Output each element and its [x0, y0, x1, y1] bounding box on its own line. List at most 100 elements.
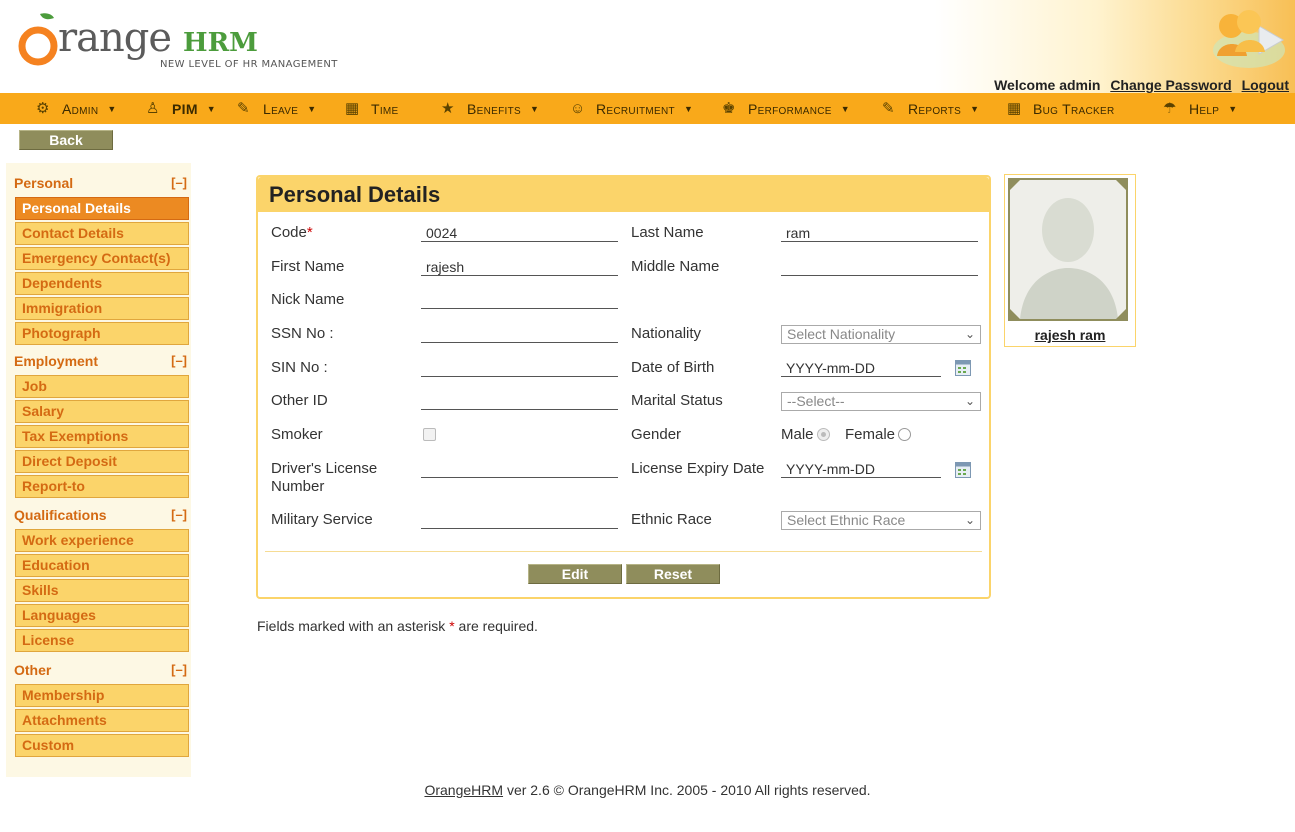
sidebar-item-membership[interactable]: Membership: [15, 684, 189, 707]
middle-name-input[interactable]: [781, 258, 978, 276]
nick-name-label: Nick Name: [271, 291, 345, 308]
marital-status-select[interactable]: --Select-- ⌄: [781, 392, 981, 411]
sidebar-section-employment: Employment [–]: [14, 353, 189, 373]
sidebar-item-attachments[interactable]: Attachments: [15, 709, 189, 732]
sin-input[interactable]: [421, 359, 618, 377]
sidebar-item-languages[interactable]: Languages: [15, 604, 189, 627]
sidebar-item-job[interactable]: Job: [15, 375, 189, 398]
sidebar-item-direct-deposit[interactable]: Direct Deposit: [15, 450, 189, 473]
collapse-toggle[interactable]: [–]: [171, 507, 187, 522]
drivers-license-input[interactable]: [421, 460, 618, 478]
ethnic-race-select[interactable]: Select Ethnic Race ⌄: [781, 511, 981, 530]
caret-down-icon[interactable]: ▼: [970, 104, 979, 114]
caret-down-icon[interactable]: ▼: [107, 104, 116, 114]
main-menu: ⚙ Admin ▼ ♙ PIM ▼ ✎ Leave ▼ ▦ Time ★ Benefits ▼ ☺ Recru…: [0, 93, 1295, 124]
required-asterisk: *: [306, 224, 313, 241]
sidebar-item-education[interactable]: Education: [15, 554, 189, 577]
sidebar-item-emergency-contact-s[interactable]: Emergency Contact(s): [15, 247, 189, 270]
bug-tracker-icon: ▦: [1007, 99, 1022, 117]
chevron-down-icon: ⌄: [964, 327, 975, 341]
sin-label: SIN No :: [271, 359, 328, 376]
menu-item-leave[interactable]: ✎ Leave ▼: [237, 93, 316, 124]
last-name-input[interactable]: [781, 224, 978, 242]
other-id-input[interactable]: [421, 392, 618, 410]
change-password-link[interactable]: Change Password: [1110, 77, 1231, 93]
back-button[interactable]: Back: [19, 130, 113, 150]
sidebar-item-dependents[interactable]: Dependents: [15, 272, 189, 295]
caret-down-icon[interactable]: ▼: [1228, 104, 1237, 114]
edit-button[interactable]: Edit: [528, 564, 622, 584]
employee-silhouette-icon: [1010, 180, 1126, 319]
gender-female-radio[interactable]: [898, 428, 911, 441]
sidebar-item-report-to[interactable]: Report-to: [15, 475, 189, 498]
nationality-select[interactable]: Select Nationality ⌄: [781, 325, 981, 344]
sidebar-item-salary[interactable]: Salary: [15, 400, 189, 423]
help-icon: ☂: [1163, 99, 1177, 117]
calendar-icon[interactable]: [955, 462, 971, 478]
drivers-license-label: Driver's License Number: [271, 460, 378, 495]
menu-item-label: Leave: [263, 100, 299, 117]
license-expiry-input[interactable]: [781, 460, 941, 478]
sidebar-section-title: Other: [14, 662, 52, 678]
caret-down-icon[interactable]: ▼: [530, 104, 539, 114]
footer: OrangeHRM ver 2.6 © OrangeHRM Inc. 2005 …: [0, 782, 1295, 798]
calendar-icon[interactable]: [955, 360, 971, 376]
sidebar-item-immigration[interactable]: Immigration: [15, 297, 189, 320]
menu-item-performance[interactable]: ♚ Performance ▼: [722, 93, 850, 124]
sidebar-item-tax-exemptions[interactable]: Tax Exemptions: [15, 425, 189, 448]
reset-button[interactable]: Reset: [626, 564, 720, 584]
sidebar-item-photograph[interactable]: Photograph: [15, 322, 189, 345]
collapse-toggle[interactable]: [–]: [171, 662, 187, 677]
sidebar-item-personal-details[interactable]: Personal Details: [15, 197, 189, 220]
welcome-bar: Welcome admin Change Password Logout: [988, 77, 1289, 93]
date-of-birth-input[interactable]: [781, 359, 941, 377]
ssn-label: SSN No :: [271, 325, 334, 342]
collapse-toggle[interactable]: [–]: [171, 353, 187, 368]
header: range HRM NEW LEVEL OF HR MANAGEMENT Wel…: [0, 0, 1295, 93]
sidebar-item-custom[interactable]: Custom: [15, 734, 189, 757]
menu-item-benefits[interactable]: ★ Benefits ▼: [441, 93, 539, 124]
users-illustration-icon: [1213, 10, 1285, 68]
menu-item-reports[interactable]: ✎ Reports ▼: [882, 93, 979, 124]
benefits-icon: ★: [441, 99, 455, 117]
sidebar-item-license[interactable]: License: [15, 629, 189, 652]
menu-item-recruitment[interactable]: ☺ Recruitment ▼: [570, 93, 693, 124]
collapse-toggle[interactable]: [–]: [171, 175, 187, 190]
menu-item-pim[interactable]: ♙ PIM ▼: [146, 93, 216, 124]
nick-name-input[interactable]: [421, 291, 618, 309]
sidebar-item-work-experience[interactable]: Work experience: [15, 529, 189, 552]
orangehrm-footer-link[interactable]: OrangeHRM: [424, 782, 503, 798]
recruitment-icon: ☺: [570, 99, 586, 117]
logo-hrm: HRM: [183, 28, 258, 58]
military-service-input[interactable]: [421, 511, 618, 529]
caret-down-icon[interactable]: ▼: [207, 104, 216, 114]
menu-item-help[interactable]: ☂ Help ▼: [1163, 93, 1237, 124]
logout-link[interactable]: Logout: [1242, 77, 1289, 93]
gender-male-radio[interactable]: [817, 428, 830, 441]
smoker-checkbox[interactable]: [423, 428, 436, 441]
required-asterisk: *: [449, 618, 455, 634]
menu-item-admin[interactable]: ⚙ Admin ▼: [36, 93, 117, 124]
menu-item-label: Admin: [62, 100, 99, 117]
sidebar-section-personal: Personal [–]: [14, 175, 189, 195]
caret-down-icon[interactable]: ▼: [684, 104, 693, 114]
orangehrm-logo[interactable]: range HRM NEW LEVEL OF HR MANAGEMENT: [18, 6, 348, 72]
ssn-input[interactable]: [421, 325, 618, 343]
sidebar-item-contact-details[interactable]: Contact Details: [15, 222, 189, 245]
sidebar: Personal [–] Personal Details Contact Detai…: [6, 163, 191, 777]
caret-down-icon[interactable]: ▼: [307, 104, 316, 114]
employee-photo[interactable]: [1008, 178, 1128, 321]
code-label: Code*: [271, 224, 313, 241]
menu-item-label: Time: [371, 100, 399, 117]
first-name-input[interactable]: [421, 258, 618, 276]
gender-male-label: Male: [781, 426, 814, 443]
menu-item-bug-tracker[interactable]: ▦ Bug Tracker: [1007, 93, 1115, 124]
caret-down-icon[interactable]: ▼: [841, 104, 850, 114]
code-input[interactable]: [421, 224, 618, 242]
menu-item-time[interactable]: ▦ Time: [345, 93, 399, 124]
sidebar-item-skills[interactable]: Skills: [15, 579, 189, 602]
marital-status-select-value: --Select--: [787, 393, 845, 409]
employee-name-link[interactable]: rajesh ram: [1005, 327, 1135, 343]
sidebar-section-title: Employment: [14, 353, 99, 369]
employee-photo-box: rajesh ram: [1004, 174, 1136, 347]
